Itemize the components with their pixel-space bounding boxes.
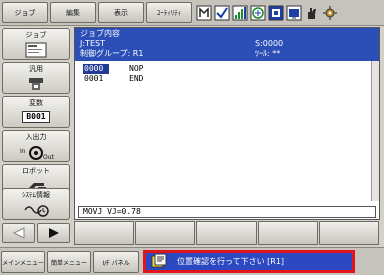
function-key-2[interactable]: [135, 221, 196, 245]
line-number: 0000: [83, 64, 109, 74]
line-number: 0001: [84, 74, 104, 83]
menu-job-button[interactable]: ジョブ: [2, 2, 48, 23]
tool-number: ﾂｰﾙ: **: [255, 49, 281, 58]
sidebar-system-label: ｼｽﾃﾑ情報: [22, 191, 50, 199]
io-panel-button[interactable]: I/F パネル: [93, 251, 139, 273]
panel-title: ジョブ内容: [80, 29, 120, 38]
arrow-right-icon: [48, 228, 59, 238]
message-text: 位置確認を行って下さい [R1]: [177, 257, 285, 266]
sidebar-job-label: ジョブ: [25, 31, 47, 39]
function-key-1[interactable]: [74, 221, 135, 245]
sidebar-robot-label: ロボット: [22, 167, 50, 175]
sidebar-system-button[interactable]: ｼｽﾃﾑ情報: [2, 188, 70, 220]
program-line[interactable]: 0001 END: [83, 74, 143, 84]
variable-field: B001: [22, 111, 50, 123]
main-menu-button[interactable]: メインメニュー: [1, 251, 45, 273]
menu-display-button[interactable]: 表示: [98, 2, 144, 23]
top-menu-bar: ジョブ 編集 表示 ﾕｰﾃｨﾘﾃｨ: [0, 0, 384, 26]
step-number: S:0000: [255, 39, 284, 48]
instruction: END: [129, 74, 144, 83]
menu-edit-button[interactable]: 編集: [50, 2, 96, 23]
job-content-panel: ジョブ内容 J:TEST S:0000 制御グループ: R1 ﾂｰﾙ: ** 0…: [74, 27, 380, 220]
sidebar-io-button[interactable]: 入出力 In Out: [2, 130, 70, 162]
sidebar-var-button[interactable]: 変数 B001: [2, 96, 70, 128]
status-icon-strip: [196, 2, 382, 23]
sidebar-job-button[interactable]: ジョブ: [2, 28, 70, 60]
scroll-right-button[interactable]: [37, 223, 70, 243]
instruction: NOP: [129, 64, 144, 73]
message-icon: [151, 253, 167, 271]
function-key-3[interactable]: [196, 221, 257, 245]
input-buffer-line[interactable]: MOVJ VJ=0.78: [78, 206, 376, 218]
robot-axis-icon: [196, 5, 212, 21]
system-info-icon: [22, 201, 50, 219]
keyboard-icon: [250, 5, 266, 21]
bottom-bar: メインメニュー 簡単メニュー I/F パネル 位置確認を行って下さい [R1]: [0, 247, 384, 275]
io-in-out-icon: In Out: [18, 143, 54, 161]
check-box-icon: [214, 5, 230, 21]
program-listing: 0000 NOP 0001 END: [83, 64, 143, 84]
signal-icon: [232, 5, 248, 21]
coordinate-icon: [268, 5, 284, 21]
gear-robot-icon: [322, 5, 338, 21]
function-key-4[interactable]: [257, 221, 318, 245]
nav-arrows: [2, 223, 70, 243]
tool-icon: [24, 75, 48, 93]
sidebar-io-label: 入出力: [25, 133, 47, 141]
hand-icon: [304, 5, 320, 21]
program-line[interactable]: 0000 NOP: [83, 64, 143, 74]
sidebar-var-label: 変数: [29, 99, 43, 107]
job-name: J:TEST: [80, 39, 105, 48]
svg-text:Out: Out: [43, 154, 54, 161]
panel-header: ジョブ内容 J:TEST S:0000 制御グループ: R1 ﾂｰﾙ: **: [75, 28, 379, 61]
step-icon: [286, 5, 302, 21]
menu-utility-button[interactable]: ﾕｰﾃｨﾘﾃｨ: [146, 2, 192, 23]
message-bar[interactable]: 位置確認を行って下さい [R1]: [143, 250, 355, 273]
svg-text:In: In: [20, 148, 26, 155]
scroll-left-button[interactable]: [2, 223, 35, 243]
sidebar-variable-button[interactable]: 汎用: [2, 62, 70, 94]
left-sidebar: ジョブ 汎用 変数 B001 入出力 In Out ロボット ｼｽﾃﾑ情報: [0, 27, 74, 245]
function-key-5[interactable]: [318, 221, 380, 245]
function-key-row: [74, 221, 380, 245]
vertical-scrollbar[interactable]: [371, 61, 379, 201]
control-group: 制御グループ: R1: [80, 49, 144, 58]
sidebar-variable-label: 汎用: [29, 65, 43, 73]
simple-menu-button[interactable]: 簡単メニュー: [47, 251, 91, 273]
arrow-left-icon: [12, 227, 24, 239]
job-document-icon: [24, 41, 48, 59]
